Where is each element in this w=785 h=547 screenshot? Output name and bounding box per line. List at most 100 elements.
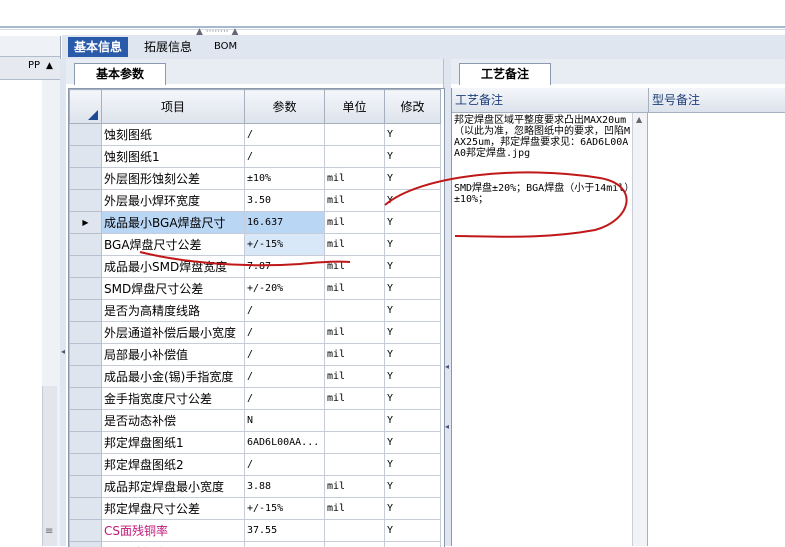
- item-cell[interactable]: 局部最小补偿值: [102, 344, 245, 366]
- item-cell[interactable]: 邦定焊盘尺寸公差: [102, 498, 245, 520]
- value-cell[interactable]: +/-15%: [245, 498, 325, 520]
- table-row[interactable]: 外层图形蚀刻公差±10%milY: [70, 168, 441, 190]
- unit-cell[interactable]: mil: [325, 476, 385, 498]
- table-row[interactable]: 是否为高精度线路/Y: [70, 300, 441, 322]
- left-scrollbar[interactable]: ≡: [42, 386, 57, 546]
- modify-cell[interactable]: Y: [385, 300, 441, 322]
- modify-cell[interactable]: Y: [385, 190, 441, 212]
- row-selector[interactable]: [70, 190, 102, 212]
- modify-cell[interactable]: Y: [385, 146, 441, 168]
- row-selector[interactable]: [70, 498, 102, 520]
- row-selector[interactable]: [70, 256, 102, 278]
- value-cell[interactable]: /: [245, 366, 325, 388]
- tab-basic-params[interactable]: 基本参数: [74, 63, 166, 85]
- col-header-process-notes[interactable]: 工艺备注: [452, 88, 649, 113]
- col-header-modify[interactable]: 修改: [385, 90, 441, 124]
- tab-process-notes[interactable]: 工艺备注: [459, 63, 551, 85]
- notes-scrollbar[interactable]: ▲: [633, 113, 648, 546]
- unit-cell[interactable]: mil: [325, 212, 385, 234]
- table-row[interactable]: SS面残铜率44.79Y: [70, 542, 441, 547]
- modify-cell[interactable]: Y: [385, 124, 441, 146]
- modify-cell[interactable]: Y: [385, 366, 441, 388]
- value-cell[interactable]: /: [245, 146, 325, 168]
- item-cell[interactable]: 外层通道补偿后最小宽度: [102, 322, 245, 344]
- value-cell[interactable]: 6AD6L00AA...: [245, 432, 325, 454]
- row-selector[interactable]: [70, 322, 102, 344]
- table-row[interactable]: 成品最小金(锡)手指宽度/milY: [70, 366, 441, 388]
- unit-cell[interactable]: [325, 542, 385, 547]
- table-row[interactable]: CS面残铜率37.55Y: [70, 520, 441, 542]
- unit-cell[interactable]: mil: [325, 256, 385, 278]
- unit-cell[interactable]: mil: [325, 168, 385, 190]
- table-row[interactable]: 成品最小SMD焊盘宽度7.87milY: [70, 256, 441, 278]
- table-row[interactable]: 邦定焊盘图纸16AD6L00AA... Y: [70, 432, 441, 454]
- value-cell[interactable]: 44.79: [245, 542, 325, 547]
- row-selector[interactable]: [70, 234, 102, 256]
- item-cell[interactable]: 邦定焊盘图纸1: [102, 432, 245, 454]
- unit-cell[interactable]: [325, 300, 385, 322]
- unit-cell[interactable]: mil: [325, 322, 385, 344]
- unit-cell[interactable]: [325, 124, 385, 146]
- item-cell[interactable]: 成品最小BGA焊盘尺寸: [102, 212, 245, 234]
- scroll-up-icon[interactable]: ▲: [636, 115, 642, 124]
- unit-cell[interactable]: mil: [325, 234, 385, 256]
- value-cell[interactable]: /: [245, 344, 325, 366]
- value-cell[interactable]: +/-15%: [245, 234, 325, 256]
- unit-cell[interactable]: [325, 454, 385, 476]
- process-notes-cell[interactable]: 邦定焊盘区域平整度要求凸出MAX20um（以此为准，忽略图纸中的要求，凹陷MAX…: [452, 113, 633, 546]
- table-row[interactable]: SMD焊盘尺寸公差+/-20%milY: [70, 278, 441, 300]
- value-cell[interactable]: /: [245, 454, 325, 476]
- modify-cell[interactable]: Y: [385, 344, 441, 366]
- tab-extended-info[interactable]: 拓展信息: [138, 37, 198, 57]
- tab-bom[interactable]: BOM: [208, 37, 243, 57]
- unit-cell[interactable]: [325, 410, 385, 432]
- col-header-value[interactable]: 参数: [245, 90, 325, 124]
- row-selector[interactable]: [70, 278, 102, 300]
- modify-cell[interactable]: Y: [385, 454, 441, 476]
- item-cell[interactable]: 蚀刻图纸1: [102, 146, 245, 168]
- modify-cell[interactable]: Y: [385, 410, 441, 432]
- table-row[interactable]: ▶成品最小BGA焊盘尺寸16.637milY: [70, 212, 441, 234]
- col-header-item[interactable]: 项目: [102, 90, 245, 124]
- item-cell[interactable]: 蚀刻图纸: [102, 124, 245, 146]
- unit-cell[interactable]: mil: [325, 344, 385, 366]
- row-selector[interactable]: [70, 124, 102, 146]
- item-cell[interactable]: 成品最小SMD焊盘宽度: [102, 256, 245, 278]
- unit-cell[interactable]: mil: [325, 388, 385, 410]
- table-row[interactable]: BGA焊盘尺寸公差+/-15%milY: [70, 234, 441, 256]
- item-cell[interactable]: SS面残铜率: [102, 542, 245, 547]
- table-row[interactable]: 成品邦定焊盘最小宽度3.88milY: [70, 476, 441, 498]
- table-row[interactable]: 是否动态补偿NY: [70, 410, 441, 432]
- scroll-up-icon[interactable]: ▲: [46, 61, 53, 71]
- table-row[interactable]: 邦定焊盘尺寸公差+/-15%milY: [70, 498, 441, 520]
- value-cell[interactable]: /: [245, 322, 325, 344]
- table-row[interactable]: 局部最小补偿值/milY: [70, 344, 441, 366]
- modify-cell[interactable]: Y: [385, 432, 441, 454]
- item-cell[interactable]: 外层最小焊环宽度: [102, 190, 245, 212]
- item-cell[interactable]: 金手指宽度尺寸公差: [102, 388, 245, 410]
- modify-cell[interactable]: Y: [385, 498, 441, 520]
- modify-cell[interactable]: Y: [385, 278, 441, 300]
- item-cell[interactable]: 外层图形蚀刻公差: [102, 168, 245, 190]
- item-cell[interactable]: 邦定焊盘图纸2: [102, 454, 245, 476]
- table-row[interactable]: 蚀刻图纸/ Y: [70, 124, 441, 146]
- value-cell[interactable]: /: [245, 388, 325, 410]
- value-cell[interactable]: 3.88: [245, 476, 325, 498]
- value-cell[interactable]: 16.637: [245, 212, 325, 234]
- table-row[interactable]: 蚀刻图纸1/ Y: [70, 146, 441, 168]
- col-header-unit[interactable]: 单位: [325, 90, 385, 124]
- value-cell[interactable]: N: [245, 410, 325, 432]
- row-selector[interactable]: [70, 146, 102, 168]
- row-selector[interactable]: [70, 168, 102, 190]
- modify-cell[interactable]: Y: [385, 168, 441, 190]
- col-header-model-notes[interactable]: 型号备注: [649, 88, 785, 113]
- row-selector[interactable]: ▶: [70, 212, 102, 234]
- row-selector[interactable]: [70, 454, 102, 476]
- modify-cell[interactable]: Y: [385, 322, 441, 344]
- row-selector[interactable]: [70, 476, 102, 498]
- item-cell[interactable]: 是否为高精度线路: [102, 300, 245, 322]
- value-cell[interactable]: /: [245, 124, 325, 146]
- table-row[interactable]: 金手指宽度尺寸公差/milY: [70, 388, 441, 410]
- unit-cell[interactable]: mil: [325, 498, 385, 520]
- modify-cell[interactable]: Y: [385, 476, 441, 498]
